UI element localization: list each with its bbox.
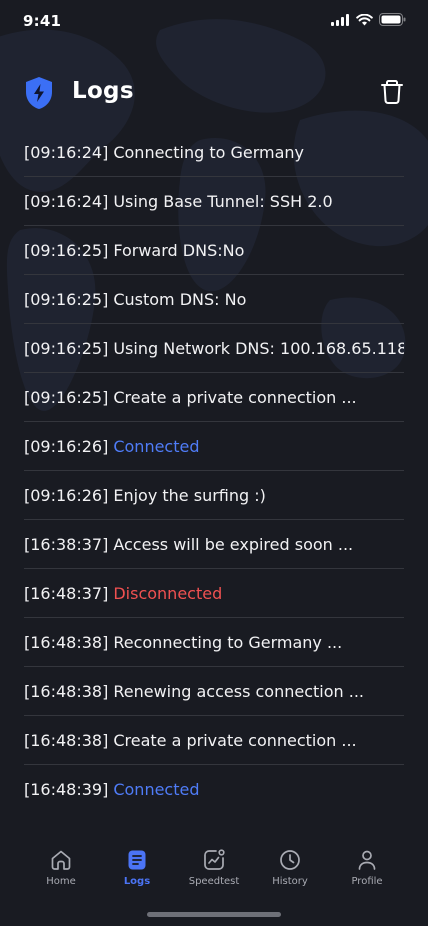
tab-logs[interactable]: Logs <box>99 838 175 892</box>
tab-label: History <box>272 876 308 887</box>
log-entry: [09:16:24] Using Base Tunnel: SSH 2.0 <box>24 177 404 226</box>
log-time: [09:16:25] <box>24 338 109 358</box>
log-entry: [09:16:25] Custom DNS: No <box>24 275 404 324</box>
tab-label: Home <box>46 876 76 887</box>
log-time: [16:48:39] <box>24 779 109 799</box>
log-entry: [09:16:25] Using Network DNS: 100.168.65.… <box>24 324 404 373</box>
shield-bolt-icon <box>26 77 52 109</box>
log-entry: [09:16:26] Connected <box>24 422 404 471</box>
battery-icon <box>379 13 406 26</box>
log-message: Using Network DNS: 100.168.65.118 <box>113 338 404 358</box>
status-time: 9:41 <box>23 12 62 30</box>
log-time: [16:48:38] <box>24 681 109 701</box>
user-icon <box>358 850 376 870</box>
log-time: [09:16:26] <box>24 485 109 505</box>
log-message: Custom DNS: No <box>113 289 247 309</box>
tab-history[interactable]: History <box>252 838 328 892</box>
speedtest-icon <box>204 849 225 870</box>
tab-profile[interactable]: Profile <box>329 838 405 892</box>
log-entry: [16:48:38] Reconnecting to Germany ... <box>24 618 404 667</box>
log-list: [09:16:24] Connecting to Germany [09:16:2… <box>24 128 404 813</box>
log-time: [09:16:25] <box>24 387 109 407</box>
log-message-disconnected: Disconnected <box>113 583 223 603</box>
log-entry: [09:16:25] Forward DNS:No <box>24 226 404 275</box>
tab-label: Profile <box>351 876 383 887</box>
tab-label: Logs <box>123 876 151 887</box>
log-time: [16:48:38] <box>24 632 109 652</box>
log-message: Access will be expired soon ... <box>113 534 354 554</box>
home-icon <box>51 850 71 870</box>
home-indicator <box>147 912 281 917</box>
trash-icon[interactable] <box>378 78 406 106</box>
log-message: Forward DNS:No <box>113 240 245 260</box>
tab-bar: Home Logs Speedtest History Profile <box>0 838 428 898</box>
log-message-connected: Connected <box>113 436 200 456</box>
tab-speedtest[interactable]: Speedtest <box>176 838 252 892</box>
log-message: Connecting to Germany <box>113 142 305 162</box>
header: Logs <box>0 70 428 116</box>
tab-label: Speedtest <box>188 876 240 887</box>
log-time: [16:48:38] <box>24 730 109 750</box>
log-time: [09:16:24] <box>24 191 109 211</box>
log-entry: [16:38:37] Access will be expired soon ..… <box>24 520 404 569</box>
log-time: [09:16:26] <box>24 436 109 456</box>
log-message: Enjoy the surfing :) <box>113 485 266 505</box>
wifi-icon <box>356 13 373 25</box>
log-entry: [16:48:37] Disconnected <box>24 569 404 618</box>
status-bar: 9:41 <box>0 0 428 44</box>
log-time: [09:16:25] <box>24 240 109 260</box>
log-entry: [16:48:39] Connected <box>24 765 404 813</box>
log-entry: [09:16:25] Create a private connection ..… <box>24 373 404 422</box>
log-entry: [09:16:24] Connecting to Germany <box>24 128 404 177</box>
log-entry: [09:16:26] Enjoy the surfing :) <box>24 471 404 520</box>
log-message: Create a private connection ... <box>113 387 357 407</box>
log-time: [09:16:24] <box>24 142 109 162</box>
log-message-connected: Connected <box>113 779 200 799</box>
log-entry: [16:48:38] Create a private connection ..… <box>24 716 404 765</box>
log-time: [16:38:37] <box>24 534 109 554</box>
tab-home[interactable]: Home <box>23 838 99 892</box>
signal-icon <box>331 13 349 26</box>
log-message: Renewing access connection ... <box>113 681 364 701</box>
log-message: Reconnecting to Germany ... <box>113 632 343 652</box>
status-icons <box>331 13 406 26</box>
clock-icon <box>280 850 300 870</box>
log-time: [09:16:25] <box>24 289 109 309</box>
logs-icon <box>128 850 146 870</box>
log-message: Create a private connection ... <box>113 730 357 750</box>
log-entry: [16:48:38] Renewing access connection ... <box>24 667 404 716</box>
log-time: [16:48:37] <box>24 583 109 603</box>
log-message: Using Base Tunnel: SSH 2.0 <box>113 191 333 211</box>
page-title: Logs <box>72 78 134 104</box>
